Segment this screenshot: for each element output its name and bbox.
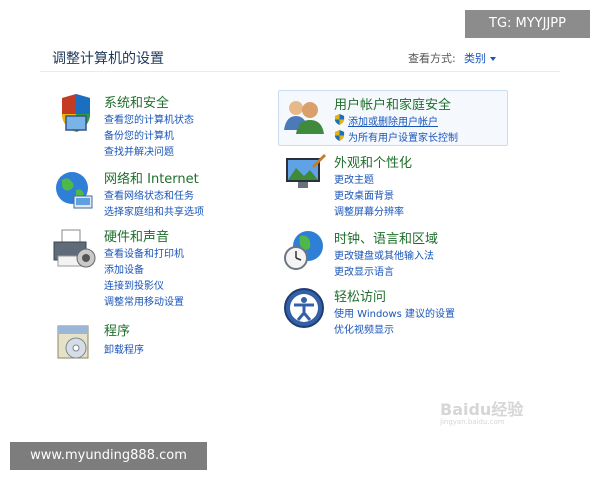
category-link[interactable]: 更改主题 — [334, 171, 374, 186]
category-link[interactable]: 添加或删除用户帐户 — [348, 113, 438, 128]
category-link[interactable]: 查看设备和打印机 — [104, 245, 184, 260]
baidu-watermark-url: jingyan.baidu.com — [440, 418, 505, 426]
category-system-security: 系统和安全 查看您的计算机状态 备份您的计算机 查找并解决问题 — [52, 92, 252, 162]
control-panel-header: 调整计算机的设置 查看方式: 类别 — [40, 38, 560, 72]
page-title: 调整计算机的设置 — [52, 51, 164, 67]
category-hardware-sound: 硬件和声音 查看设备和打印机 添加设备 连接到投影仪 调整常用移动设置 — [52, 226, 252, 308]
category-title[interactable]: 轻松访问 — [334, 286, 386, 305]
view-by-dropdown[interactable]: 类别 — [464, 50, 496, 66]
category-title[interactable]: 硬件和声音 — [104, 226, 169, 245]
network-globe-icon — [56, 172, 93, 209]
category-link[interactable]: 选择家庭组和共享选项 — [104, 203, 204, 218]
category-link[interactable]: 查看网络状态和任务 — [104, 187, 194, 202]
category-link[interactable]: 更改显示语言 — [334, 263, 394, 278]
category-title[interactable]: 时钟、语言和区域 — [334, 228, 438, 247]
category-user-accounts: 用户帐户和家庭安全 添加或删除用户帐户 为所有用户设置家长控制 — [282, 94, 504, 144]
view-by-label: 查看方式: — [408, 52, 456, 65]
ease-of-access-icon — [284, 288, 324, 328]
category-title[interactable]: 用户帐户和家庭安全 — [334, 94, 451, 113]
category-link[interactable]: 添加设备 — [104, 261, 144, 276]
category-link[interactable]: 连接到投影仪 — [104, 277, 164, 292]
category-appearance: 外观和个性化 更改主题 更改桌面背景 调整屏幕分辨率 — [282, 152, 504, 218]
category-link[interactable]: 调整常用移动设置 — [104, 293, 184, 308]
tg-watermark: TG: MYYJJPP — [465, 10, 590, 38]
url-watermark: www.myunding888.com — [10, 442, 207, 470]
category-link[interactable]: 更改键盘或其他输入法 — [334, 247, 434, 262]
category-network-internet: 网络和 Internet 查看网络状态和任务 选择家庭组和共享选项 — [52, 168, 252, 220]
uac-shield-icon — [334, 130, 345, 141]
category-link[interactable]: 查找并解决问题 — [104, 143, 174, 158]
category-link[interactable]: 卸载程序 — [104, 341, 144, 356]
category-link[interactable]: 更改桌面背景 — [334, 187, 394, 202]
category-clock-language-region: 时钟、语言和区域 更改键盘或其他输入法 更改显示语言 — [282, 228, 504, 278]
monitor-paint-icon — [286, 154, 326, 188]
category-ease-of-access: 轻松访问 使用 Windows 建议的设置 优化视频显示 — [282, 286, 504, 336]
security-shield-icon — [62, 94, 90, 132]
category-link[interactable]: 调整屏幕分辨率 — [334, 203, 404, 218]
printer-icon — [53, 229, 96, 268]
uac-shield-icon — [334, 114, 345, 125]
category-title[interactable]: 程序 — [104, 320, 130, 339]
category-link[interactable]: 备份您的计算机 — [104, 127, 174, 142]
baidu-watermark: Baidu经验 — [440, 400, 524, 419]
programs-icon — [57, 325, 89, 359]
category-programs: 程序 卸载程序 — [52, 320, 252, 364]
category-title[interactable]: 外观和个性化 — [334, 152, 412, 171]
category-link[interactable]: 为所有用户设置家长控制 — [348, 129, 458, 144]
view-by-value: 类别 — [464, 52, 486, 65]
category-link[interactable]: 优化视频显示 — [334, 321, 394, 336]
category-title[interactable]: 网络和 Internet — [104, 168, 199, 187]
category-link[interactable]: 使用 Windows 建议的设置 — [334, 305, 455, 320]
category-title[interactable]: 系统和安全 — [104, 92, 169, 111]
users-icon — [284, 101, 324, 134]
chevron-down-icon — [490, 57, 496, 61]
category-link[interactable]: 查看您的计算机状态 — [104, 111, 194, 126]
clock-globe-icon — [284, 231, 323, 270]
